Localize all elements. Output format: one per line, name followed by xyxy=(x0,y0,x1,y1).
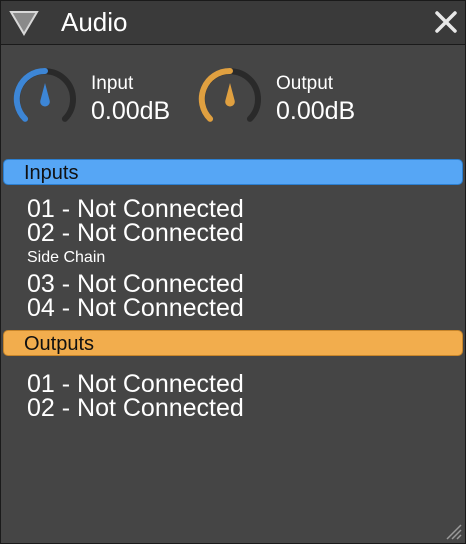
triangle-down-icon[interactable] xyxy=(9,10,39,36)
output-value: 0.00dB xyxy=(276,97,356,125)
output-label: Output xyxy=(276,73,334,94)
gain-meters: Input 0.00dB Output 0.00dB xyxy=(1,45,465,157)
inputs-section-header[interactable]: Inputs xyxy=(3,159,463,185)
input-channel-01[interactable]: 01 - Not Connected xyxy=(27,197,244,222)
output-channel-01[interactable]: 01 - Not Connected xyxy=(27,372,244,397)
output-gain-knob[interactable] xyxy=(198,67,262,131)
side-chain-label: Side Chain xyxy=(27,249,106,266)
outputs-section-header[interactable]: Outputs xyxy=(3,330,463,356)
side-chain-channel-04[interactable]: 04 - Not Connected xyxy=(27,296,244,321)
input-label: Input xyxy=(91,73,134,94)
inputs-header-label: Inputs xyxy=(24,162,79,184)
output-channel-02[interactable]: 02 - Not Connected xyxy=(27,396,244,421)
input-channel-02[interactable]: 02 - Not Connected xyxy=(27,221,244,246)
title-bar: Audio xyxy=(1,1,465,45)
outputs-header-label: Outputs xyxy=(24,333,95,355)
side-chain-channel-03[interactable]: 03 - Not Connected xyxy=(27,272,244,297)
input-value: 0.00dB xyxy=(91,97,171,125)
input-gain-knob[interactable] xyxy=(13,67,77,131)
resize-grip-icon[interactable] xyxy=(444,522,462,540)
audio-panel: Audio Input 0.00dB Output 0.00dB Inputs … xyxy=(0,0,466,544)
close-icon[interactable] xyxy=(433,9,459,35)
panel-title: Audio xyxy=(61,7,128,37)
